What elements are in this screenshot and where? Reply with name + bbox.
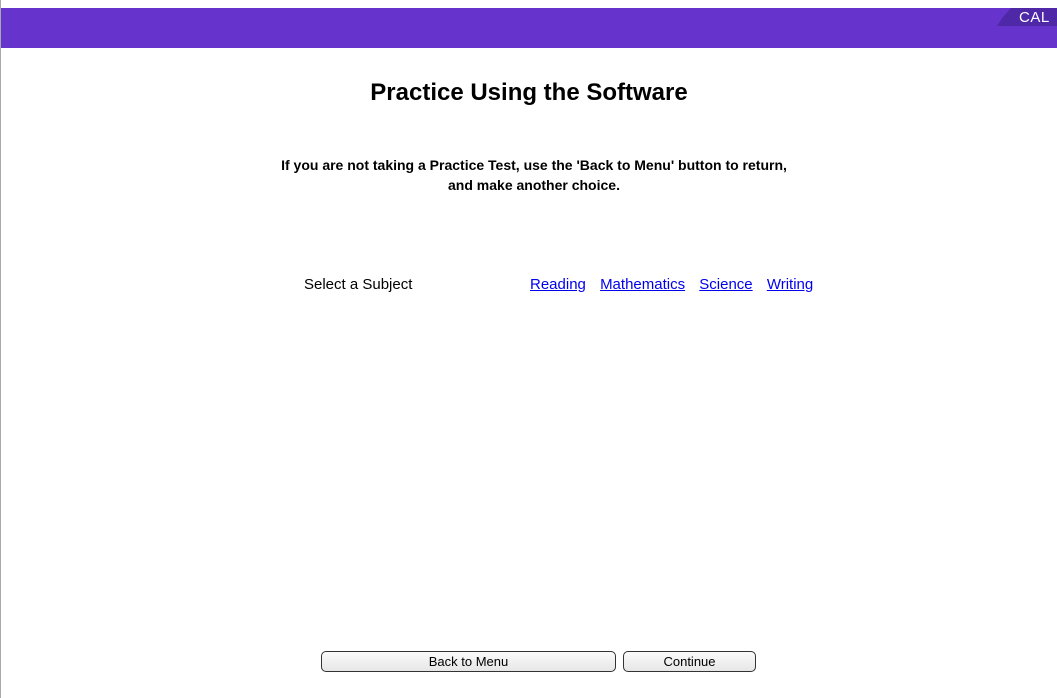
page: CAL Practice Using the Software If you a… (0, 0, 1057, 698)
subject-select-label: Select a Subject (304, 276, 413, 293)
instruction-line-1: If you are not taking a Practice Test, u… (281, 157, 787, 173)
instructions-text: If you are not taking a Practice Test, u… (1, 155, 1057, 195)
page-title: Practice Using the Software (370, 79, 688, 106)
subject-link-writing[interactable]: Writing (767, 276, 813, 293)
subject-link-mathematics[interactable]: Mathematics (600, 276, 685, 293)
subject-links: Reading Mathematics Science Writing (530, 276, 823, 293)
brand-text: CAL (1019, 9, 1050, 26)
header-bar: CAL (1, 8, 1057, 48)
back-to-menu-button[interactable]: Back to Menu (321, 651, 616, 672)
brand-tab: CAL (997, 8, 1057, 26)
subject-link-science[interactable]: Science (699, 276, 752, 293)
instruction-line-2: and make another choice. (448, 177, 620, 193)
subject-link-reading[interactable]: Reading (530, 276, 586, 293)
continue-button[interactable]: Continue (623, 651, 756, 672)
